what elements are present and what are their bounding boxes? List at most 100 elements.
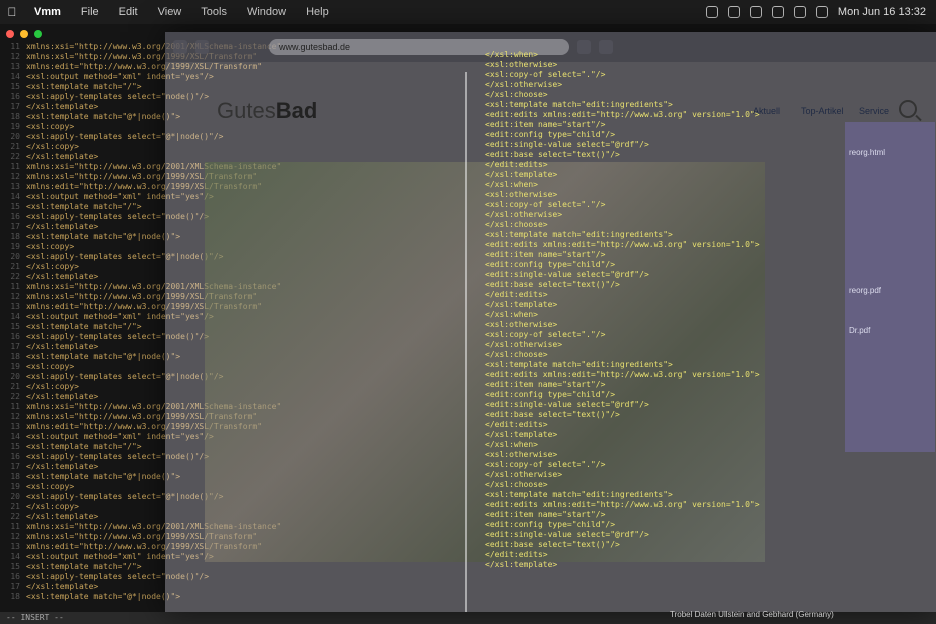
code-text: <xsl:template match="/"> (26, 322, 142, 331)
line-number: 14 (10, 432, 20, 441)
xml-line: <edit:single-value select="@rdf"/> (485, 140, 649, 149)
xml-line: <edit:base select="text()"/> (485, 410, 620, 419)
line-number: 17 (10, 342, 20, 351)
code-text: </xsl:copy> (26, 382, 79, 391)
xml-line: <edit:single-value select="@rdf"/> (485, 400, 649, 409)
menu-tools[interactable]: Tools (191, 6, 237, 18)
line-number: 15 (10, 82, 20, 91)
line-number: 20 (10, 132, 20, 141)
line-number: 15 (10, 442, 20, 451)
menu-edit[interactable]: Edit (109, 6, 148, 18)
line-number: 11 (10, 522, 20, 531)
bluetooth-icon[interactable] (727, 6, 740, 18)
code-text: </xsl:template> (26, 152, 99, 161)
code-text: </xsl:template> (26, 102, 99, 111)
xml-line: </xsl:otherwise> (485, 340, 563, 349)
xml-line: <edit:base select="text()"/> (485, 150, 620, 159)
xml-line: </xsl:template> (485, 560, 558, 569)
code-text: <xsl:copy> (26, 362, 75, 371)
site-logo[interactable]: GutesBad (217, 98, 317, 124)
xml-line: <xsl:copy-of select="."/> (485, 200, 606, 209)
code-text: <xsl:template match="/"> (26, 562, 142, 571)
line-number: 13 (10, 302, 20, 311)
side-file-item[interactable]: reorg.html (849, 148, 885, 157)
xml-line: <xsl:copy-of select="."/> (485, 70, 606, 79)
xml-line: <edit:edits xmlns:edit="http://www.w3.or… (485, 370, 760, 379)
xml-line: </edit:edits> (485, 290, 548, 299)
code-text: <xsl:template match="/"> (26, 82, 142, 91)
line-number: 12 (10, 412, 20, 421)
xml-line: <edit:single-value select="@rdf"/> (485, 270, 649, 279)
code-text: </xsl:template> (26, 222, 99, 231)
xml-line: </xsl:when> (485, 310, 538, 319)
line-number: 14 (10, 312, 20, 321)
xml-line: <xsl:otherwise> (485, 320, 558, 329)
side-file-item[interactable]: Dr.pdf (849, 326, 870, 335)
line-number: 15 (10, 322, 20, 331)
menu-window[interactable]: Window (237, 6, 296, 18)
xml-line: <xsl:template match="edit:ingredients"> (485, 230, 673, 239)
xml-line: </xsl:choose> (485, 480, 548, 489)
code-text: </xsl:template> (26, 342, 99, 351)
xml-line: <xsl:otherwise> (485, 450, 558, 459)
line-number: 11 (10, 402, 20, 411)
line-number: 21 (10, 262, 20, 271)
battery-icon[interactable] (815, 6, 828, 18)
xml-line: <edit:config type="child"/> (485, 260, 616, 269)
line-number: 13 (10, 542, 20, 551)
line-number: 14 (10, 192, 20, 201)
menu-view[interactable]: View (148, 6, 192, 18)
minimize-button[interactable] (20, 30, 28, 38)
wifi-icon[interactable] (793, 6, 806, 18)
window-controls (6, 30, 42, 38)
xml-line: </xsl:template> (485, 300, 558, 309)
menu-file[interactable]: File (71, 6, 109, 18)
xml-line: <edit:edits xmlns:edit="http://www.w3.or… (485, 240, 760, 249)
line-number: 16 (10, 212, 20, 221)
code-text: <xsl:template match="@*|node()"> (26, 112, 181, 121)
xml-line: </xsl:otherwise> (485, 80, 563, 89)
line-number: 20 (10, 252, 20, 261)
zoom-button[interactable] (34, 30, 42, 38)
code-text: <xsl:copy> (26, 482, 75, 491)
xml-code-pane[interactable]: </xsl:when> <xsl:otherwise> <xsl:copy-of … (485, 50, 865, 610)
shield-icon[interactable] (749, 6, 762, 18)
status-app-icon[interactable] (705, 6, 718, 18)
apple-icon[interactable]:  (0, 5, 24, 19)
back-icon[interactable] (173, 40, 187, 54)
xml-line: <edit:base select="text()"/> (485, 540, 620, 549)
line-number: 21 (10, 502, 20, 511)
code-text: </xsl:copy> (26, 502, 79, 511)
line-number: 19 (10, 242, 20, 251)
line-number: 20 (10, 492, 20, 501)
line-number: 15 (10, 202, 20, 211)
menu-bar:  Vmm File Edit View Tools Window Help M… (0, 0, 936, 24)
xml-line: <xsl:otherwise> (485, 60, 558, 69)
xml-line: </xsl:template> (485, 170, 558, 179)
code-text: </xsl:template> (26, 392, 99, 401)
code-text: <xsl:template match="@*|node()"> (26, 232, 181, 241)
split-divider[interactable] (465, 72, 467, 612)
code-text: <xsl:template match="/"> (26, 442, 142, 451)
xml-line: <edit:item name="start"/> (485, 250, 606, 259)
line-number: 22 (10, 392, 20, 401)
menu-clock[interactable]: Mon Jun 16 13:32 (838, 6, 926, 18)
browser-window-overlay: www.gutesbad.de GutesBad Aktuell Top-Art… (165, 32, 936, 619)
menu-help[interactable]: Help (296, 6, 339, 18)
xml-line: <edit:edits xmlns:edit="http://www.w3.or… (485, 110, 760, 119)
menu-app-name[interactable]: Vmm (24, 6, 71, 18)
side-file-item[interactable]: reorg.pdf (849, 286, 881, 295)
close-button[interactable] (6, 30, 14, 38)
line-number: 17 (10, 222, 20, 231)
logo-text: Gutes (217, 98, 276, 123)
status-tray: Mon Jun 16 13:32 (705, 6, 936, 18)
search-icon[interactable] (899, 100, 917, 118)
line-number: 19 (10, 482, 20, 491)
line-number: 17 (10, 582, 20, 591)
xml-line: <xsl:copy-of select="."/> (485, 330, 606, 339)
forward-icon[interactable] (195, 40, 209, 54)
screen-icon[interactable] (771, 6, 784, 18)
line-number: 11 (10, 282, 20, 291)
line-number: 12 (10, 52, 20, 61)
logo-bold: Bad (275, 98, 318, 123)
